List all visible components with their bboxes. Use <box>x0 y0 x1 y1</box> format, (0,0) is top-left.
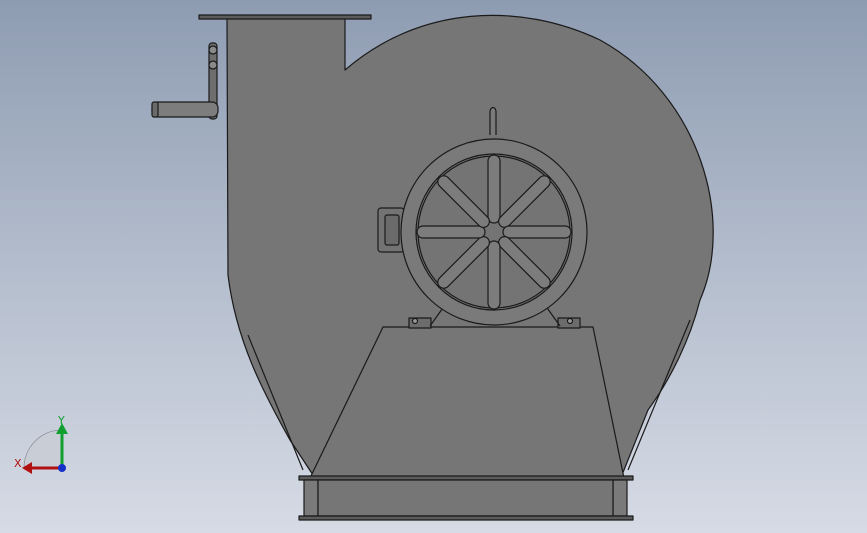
y-axis-label: Y <box>57 414 65 427</box>
coordinate-triad-icon[interactable]: Y X <box>10 412 80 482</box>
z-axis-dot <box>58 464 66 472</box>
lifting-eye <box>489 106 497 135</box>
stand-bottom-flange <box>298 515 634 521</box>
model-viewport[interactable]: Y X <box>0 0 867 533</box>
damper-pivot-bottom <box>208 60 218 70</box>
fan-model-drawing <box>151 14 714 521</box>
motor-bolt-left <box>411 317 419 325</box>
triad-quarter-disc <box>23 429 63 469</box>
motor-bolt-right <box>566 317 574 325</box>
damper-handle-end <box>151 101 159 118</box>
stand-column-right <box>612 479 628 517</box>
stand-column-left <box>303 479 319 517</box>
x-axis-label: X <box>14 457 22 470</box>
outlet-flange <box>198 14 372 20</box>
damper-pivot-top <box>208 45 218 55</box>
terminal-box-cover <box>384 214 400 246</box>
damper-handle[interactable] <box>151 101 219 118</box>
stand-body <box>317 479 614 517</box>
